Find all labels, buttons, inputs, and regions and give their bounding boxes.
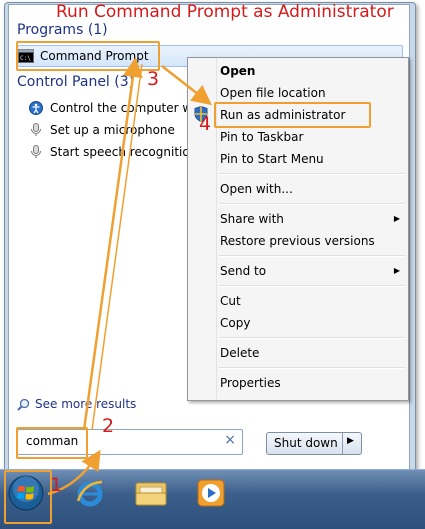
clear-search-icon[interactable]: × bbox=[224, 432, 236, 448]
highlight-command-prompt bbox=[16, 41, 160, 71]
accessibility-icon bbox=[28, 100, 44, 116]
menu-item-open[interactable]: Open bbox=[220, 61, 255, 81]
result-control-computer[interactable]: Control the computer with bbox=[28, 97, 200, 119]
highlight-search bbox=[16, 427, 88, 459]
menu-separator bbox=[219, 203, 405, 205]
highlight-start-button bbox=[4, 470, 52, 524]
submenu-arrow-icon: ▶ bbox=[393, 266, 400, 275]
folder-icon bbox=[134, 478, 168, 512]
taskbar-windows-explorer[interactable] bbox=[131, 475, 171, 515]
programs-header: Programs (1) bbox=[17, 22, 108, 38]
menu-separator bbox=[219, 173, 405, 175]
see-more-results-link[interactable]: See more results bbox=[17, 397, 136, 411]
highlight-run-as-admin bbox=[214, 102, 371, 128]
menu-item-open-with[interactable]: Open with... bbox=[220, 179, 293, 199]
button-divider bbox=[342, 433, 343, 454]
menu-item-pin-start-menu[interactable]: Pin to Start Menu bbox=[220, 149, 324, 169]
menu-item-cut[interactable]: Cut bbox=[220, 291, 241, 311]
internet-explorer-icon bbox=[74, 477, 106, 513]
submenu-arrow-icon: ▶ bbox=[393, 214, 400, 223]
microphone-icon bbox=[28, 144, 44, 160]
menu-separator bbox=[219, 367, 405, 369]
result-label: Control the computer with bbox=[50, 101, 200, 115]
menu-item-open-file-location[interactable]: Open file location bbox=[220, 83, 326, 103]
control-panel-header: Control Panel (3) bbox=[17, 74, 135, 90]
see-more-label: See more results bbox=[35, 397, 137, 411]
menu-item-share-with[interactable]: Share with bbox=[220, 209, 284, 229]
step-number: 1 bbox=[50, 474, 63, 496]
menu-item-pin-taskbar[interactable]: Pin to Taskbar bbox=[220, 127, 303, 147]
screenshot-root: Run Command Prompt as Administrator Prog… bbox=[0, 0, 425, 529]
step-number: 4 bbox=[199, 113, 212, 135]
media-player-icon bbox=[195, 477, 227, 513]
step-number: 2 bbox=[102, 415, 115, 437]
menu-item-restore-previous-versions[interactable]: Restore previous versions bbox=[220, 231, 375, 251]
menu-item-send-to[interactable]: Send to bbox=[220, 261, 266, 281]
shut-down-label: Shut down bbox=[274, 436, 338, 450]
result-label: Set up a microphone bbox=[50, 123, 175, 137]
menu-item-properties[interactable]: Properties bbox=[220, 373, 281, 393]
taskbar-media-player[interactable] bbox=[191, 475, 231, 515]
step-number: 3 bbox=[147, 68, 160, 90]
menu-separator bbox=[219, 337, 405, 339]
tutorial-title: Run Command Prompt as Administrator bbox=[56, 2, 394, 22]
search-icon bbox=[17, 398, 30, 411]
result-label: Start speech recognition bbox=[50, 145, 198, 159]
menu-separator bbox=[219, 285, 405, 287]
menu-separator bbox=[219, 255, 405, 257]
shut-down-button[interactable]: Shut down ▶ bbox=[266, 432, 362, 455]
result-speech-recognition[interactable]: Start speech recognition bbox=[28, 141, 197, 163]
menu-item-copy[interactable]: Copy bbox=[220, 313, 250, 333]
result-setup-microphone[interactable]: Set up a microphone bbox=[28, 119, 175, 141]
microphone-icon bbox=[28, 122, 44, 138]
shutdown-options-arrow-icon[interactable]: ▶ bbox=[347, 436, 354, 446]
menu-item-delete[interactable]: Delete bbox=[220, 343, 259, 363]
taskbar-internet-explorer[interactable] bbox=[70, 475, 110, 515]
